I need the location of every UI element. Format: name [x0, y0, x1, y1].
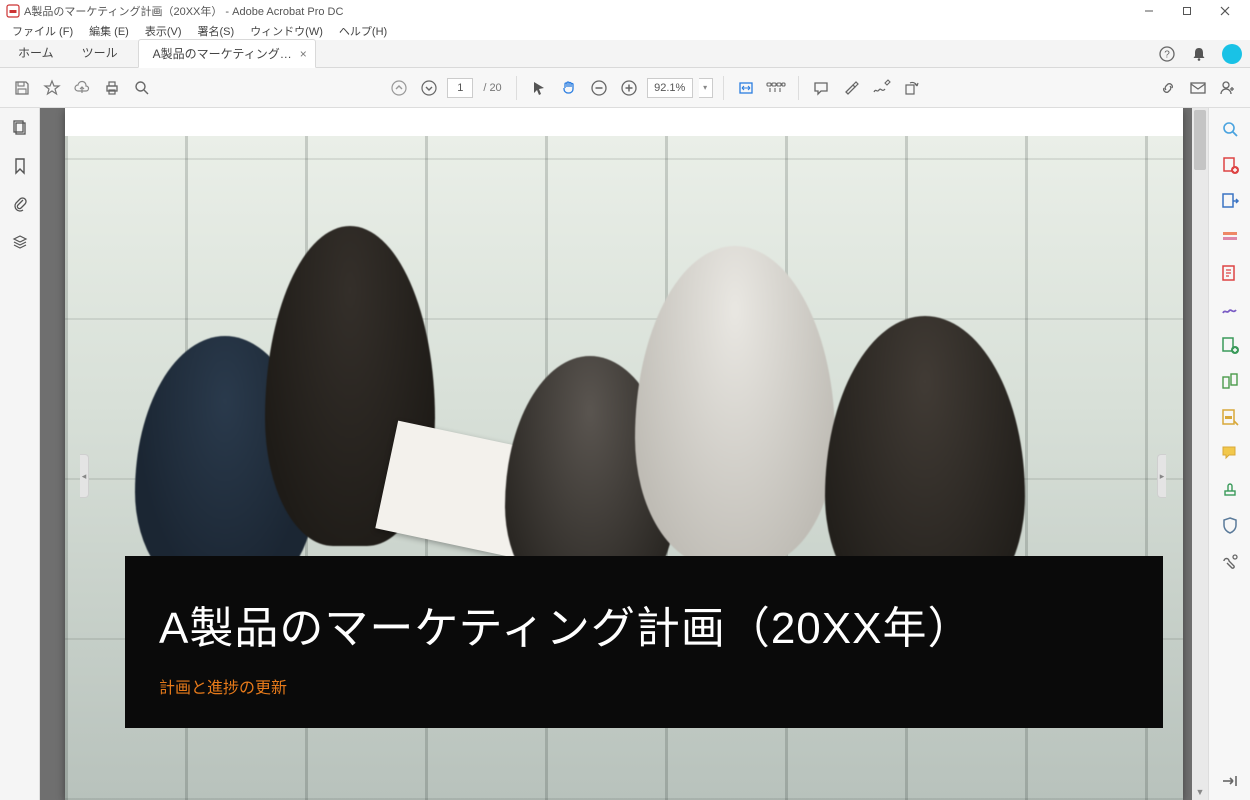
tab-close-icon[interactable]: ×: [300, 47, 307, 61]
menu-sign[interactable]: 署名(S): [190, 23, 243, 39]
slide-title: A製品のマーケティング計画（20XX年）: [159, 592, 1129, 656]
menu-edit[interactable]: 編集 (E): [81, 23, 137, 39]
zoom-out-icon[interactable]: [587, 76, 611, 100]
tab-document[interactable]: A製品のマーケティング… ×: [138, 39, 316, 68]
protect-icon[interactable]: [1219, 514, 1241, 536]
svg-text:?: ?: [1164, 49, 1170, 60]
right-rail-toggle[interactable]: ▸: [1157, 454, 1166, 498]
more-tools-icon[interactable]: [1219, 550, 1241, 572]
save-icon[interactable]: [10, 76, 34, 100]
window-titlebar: A製品のマーケティング計画（20XX年） - Adobe Acrobat Pro…: [0, 0, 1250, 22]
expand-rail-icon[interactable]: [1219, 770, 1241, 792]
menu-view[interactable]: 表示(V): [137, 23, 190, 39]
thumbnails-icon[interactable]: [10, 118, 30, 138]
print-icon[interactable]: [100, 76, 124, 100]
slide-background-photo: A製品のマーケティング計画（20XX年） 計画と進捗の更新: [65, 136, 1183, 800]
toolbar-separator: [798, 76, 799, 100]
zoom-dropdown-icon[interactable]: ▾: [699, 78, 713, 98]
notifications-icon[interactable]: [1190, 45, 1208, 63]
edit-pdf-icon[interactable]: [1219, 226, 1241, 248]
comment-icon[interactable]: [809, 76, 833, 100]
pdf-page: A製品のマーケティング計画（20XX年） 計画と進捗の更新: [65, 108, 1183, 800]
email-icon[interactable]: [1186, 76, 1210, 100]
page-number-input[interactable]: [447, 78, 473, 98]
redact-icon[interactable]: [1219, 406, 1241, 428]
create-pdf-icon[interactable]: [1219, 154, 1241, 176]
toolbar-separator: [516, 76, 517, 100]
zoom-level-input[interactable]: [647, 78, 693, 98]
search-tool-icon[interactable]: [1219, 118, 1241, 140]
attachments-icon[interactable]: [10, 194, 30, 214]
page-total-label: / 20: [483, 82, 501, 94]
right-rail: [1208, 108, 1250, 800]
help-icon[interactable]: ?: [1158, 45, 1176, 63]
page-down-icon[interactable]: [417, 76, 441, 100]
scroll-down-arrow-icon[interactable]: ▼: [1192, 784, 1208, 800]
share-link-icon[interactable]: [1156, 76, 1180, 100]
window-title: A製品のマーケティング計画（20XX年） - Adobe Acrobat Pro…: [24, 3, 343, 19]
slide-title-block: A製品のマーケティング計画（20XX年） 計画と進捗の更新: [125, 556, 1163, 728]
zoom-in-icon[interactable]: [617, 76, 641, 100]
left-rail: [0, 108, 40, 800]
document-viewport[interactable]: A製品のマーケティング計画（20XX年） 計画と進捗の更新 ▲ ▼ ◂ ▸: [40, 108, 1208, 800]
highlight-icon[interactable]: [839, 76, 863, 100]
selection-arrow-icon[interactable]: [527, 76, 551, 100]
export-pdf-icon[interactable]: [1219, 190, 1241, 212]
compress-icon[interactable]: [1219, 370, 1241, 392]
slide-subtitle: 計画と進捗の更新: [159, 674, 1129, 698]
layers-icon[interactable]: [10, 232, 30, 252]
window-close-button[interactable]: [1206, 0, 1244, 22]
vertical-scrollbar[interactable]: ▲ ▼: [1192, 108, 1208, 800]
tab-document-label: A製品のマーケティング…: [153, 45, 292, 62]
hand-tool-icon[interactable]: [557, 76, 581, 100]
fit-width-icon[interactable]: [734, 76, 758, 100]
scrollbar-thumb[interactable]: [1194, 110, 1206, 170]
rotate-icon[interactable]: [899, 76, 923, 100]
read-mode-icon[interactable]: [764, 76, 788, 100]
menu-help[interactable]: ヘルプ(H): [331, 23, 395, 39]
toolbar-separator: [723, 76, 724, 100]
cloud-upload-icon[interactable]: [70, 76, 94, 100]
share-people-icon[interactable]: [1216, 76, 1240, 100]
user-avatar[interactable]: [1222, 44, 1242, 64]
stamp-icon[interactable]: [1219, 478, 1241, 500]
sign-icon[interactable]: [869, 76, 893, 100]
left-rail-toggle[interactable]: ◂: [80, 454, 89, 498]
menu-file[interactable]: ファイル (F): [4, 23, 81, 39]
comment-tool-icon[interactable]: [1219, 262, 1241, 284]
menubar: ファイル (F) 編集 (E) 表示(V) 署名(S) ウィンドウ(W) ヘルプ…: [0, 22, 1250, 40]
page-up-icon[interactable]: [387, 76, 411, 100]
star-icon[interactable]: [40, 76, 64, 100]
window-minimize-button[interactable]: [1130, 0, 1168, 22]
fill-sign-icon[interactable]: [1219, 298, 1241, 320]
content-area: A製品のマーケティング計画（20XX年） 計画と進捗の更新 ▲ ▼ ◂ ▸: [0, 108, 1250, 800]
search-icon[interactable]: [130, 76, 154, 100]
toolbar: / 20 ▾: [0, 68, 1250, 108]
tab-home[interactable]: ホーム: [4, 38, 68, 67]
send-comments-icon[interactable]: [1219, 442, 1241, 464]
tabbar: ホーム ツール A製品のマーケティング… × ?: [0, 40, 1250, 68]
pdf-app-icon: [6, 4, 20, 18]
tab-tools[interactable]: ツール: [68, 38, 132, 67]
bookmark-icon[interactable]: [10, 156, 30, 176]
menu-window[interactable]: ウィンドウ(W): [242, 23, 331, 39]
organize-pages-icon[interactable]: [1219, 334, 1241, 356]
window-maximize-button[interactable]: [1168, 0, 1206, 22]
